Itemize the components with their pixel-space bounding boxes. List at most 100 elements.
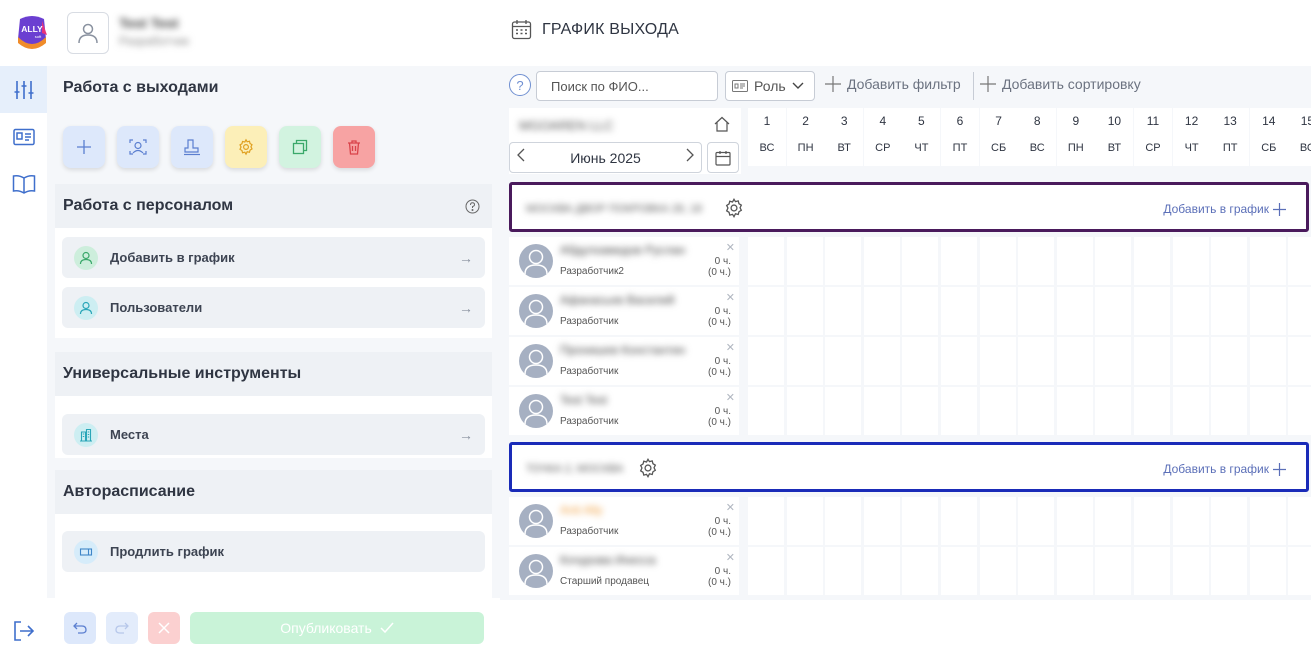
schedule-cell[interactable] [1095,237,1132,285]
close-icon[interactable]: ✕ [726,391,735,404]
schedule-cell[interactable] [1134,387,1170,435]
app-logo[interactable]: ALLY soft [16,13,48,51]
user-avatar[interactable] [67,12,109,54]
schedule-cell[interactable] [786,387,823,435]
schedule-cell[interactable] [786,237,823,285]
schedule-cell[interactable] [1134,547,1170,595]
schedule-cell[interactable] [825,547,862,595]
schedule-cell[interactable] [1249,497,1286,545]
schedule-cell[interactable] [786,287,823,335]
add-to-schedule-link[interactable]: Добавить в график [1163,462,1286,476]
schedule-cell[interactable] [863,497,900,545]
schedule-cell[interactable] [1018,287,1055,335]
employee-card[interactable]: Test Test Разработчик ✕ 0 ч. (0 ч.) [509,387,739,435]
schedule-cell[interactable] [941,287,977,335]
settings-button[interactable] [225,126,267,168]
schedule-cell[interactable] [1211,387,1248,435]
schedule-cell[interactable] [825,497,862,545]
rail-item-card[interactable] [0,113,47,160]
schedule-cell[interactable] [1056,497,1093,545]
copy-button[interactable] [279,126,321,168]
role-dropdown[interactable]: Роль [725,71,815,101]
menu-places[interactable]: Места → [62,414,485,455]
help-icon[interactable] [465,199,480,214]
schedule-cell[interactable] [1134,497,1170,545]
schedule-cell[interactable] [941,497,977,545]
schedule-cell[interactable] [825,337,862,385]
schedule-cell[interactable] [786,547,823,595]
schedule-cell[interactable] [1211,547,1248,595]
schedule-cell[interactable] [941,237,977,285]
schedule-cell[interactable] [941,547,977,595]
schedule-cell[interactable] [1018,387,1055,435]
chevron-right-icon[interactable] [685,148,695,167]
schedule-cell[interactable] [1018,337,1055,385]
schedule-cell[interactable] [863,547,900,595]
schedule-cell[interactable] [1249,387,1286,435]
schedule-cell[interactable] [979,497,1016,545]
schedule-cell[interactable] [1172,387,1209,435]
schedule-cell[interactable] [979,387,1016,435]
schedule-cell[interactable] [1211,237,1248,285]
schedule-cell[interactable] [902,497,939,545]
schedule-cell[interactable] [1172,547,1209,595]
users-scan-button[interactable] [117,126,159,168]
schedule-cell[interactable] [1095,387,1132,435]
schedule-cell[interactable] [825,287,862,335]
employee-card[interactable]: Пронишев Константин Разработчик ✕ 0 ч. (0 ч.… [509,337,739,385]
schedule-cell[interactable] [1056,547,1093,595]
employee-card[interactable]: Кочурова Инесса Старший продавец ✕ 0 ч. (0 ч… [509,547,739,595]
schedule-cell[interactable] [1249,287,1286,335]
stamp-button[interactable] [171,126,213,168]
schedule-cell[interactable] [863,287,900,335]
menu-users[interactable]: Пользователи → [62,287,485,328]
schedule-cell[interactable] [902,387,939,435]
schedule-cell[interactable] [786,497,823,545]
schedule-cell[interactable] [863,337,900,385]
schedule-cell[interactable] [863,237,900,285]
schedule-cell[interactable] [1018,547,1055,595]
schedule-cell[interactable] [1056,287,1093,335]
schedule-cell[interactable] [786,337,823,385]
schedule-cell[interactable] [748,497,784,545]
schedule-cell[interactable] [1249,337,1286,385]
schedule-cell[interactable] [979,287,1016,335]
employee-card[interactable]: Афанасьев Василий Разработчик ✕ 0 ч. (0 ч.) [509,287,739,335]
schedule-cell[interactable] [1172,337,1209,385]
schedule-cell[interactable] [748,237,784,285]
schedule-cell[interactable] [902,237,939,285]
cancel-button[interactable] [148,612,180,644]
schedule-cell[interactable] [979,547,1016,595]
add-filter-button[interactable]: Добавить фильтр [825,76,961,92]
date-picker-button[interactable] [707,142,739,173]
schedule-cell[interactable] [863,387,900,435]
delete-button[interactable] [333,126,375,168]
gear-icon[interactable] [637,457,659,479]
schedule-cell[interactable] [1018,497,1055,545]
schedule-cell[interactable] [1288,497,1311,545]
schedule-cell[interactable] [1095,497,1132,545]
add-sort-button[interactable]: Добавить сортировку [980,76,1141,92]
home-button[interactable] [714,116,730,137]
schedule-cell[interactable] [1095,287,1132,335]
schedule-cell[interactable] [941,337,977,385]
close-icon[interactable]: ✕ [726,501,735,514]
schedule-cell[interactable] [1172,237,1209,285]
close-icon[interactable]: ✕ [726,551,735,564]
add-button[interactable] [63,126,105,168]
schedule-cell[interactable] [902,547,939,595]
schedule-cell[interactable] [1288,287,1311,335]
menu-add-to-schedule[interactable]: Добавить в график → [62,237,485,278]
schedule-cell[interactable] [748,287,784,335]
schedule-cell[interactable] [902,287,939,335]
close-icon[interactable]: ✕ [726,241,735,254]
schedule-cell[interactable] [1095,337,1132,385]
schedule-cell[interactable] [979,337,1016,385]
schedule-cell[interactable] [1056,237,1093,285]
schedule-cell[interactable] [1172,287,1209,335]
close-icon[interactable]: ✕ [726,291,735,304]
schedule-cell[interactable] [941,387,977,435]
schedule-cell[interactable] [1211,287,1248,335]
employee-card[interactable]: Anti Ally Разработчик ✕ 0 ч. (0 ч.) [509,497,739,545]
schedule-cell[interactable] [1018,237,1055,285]
